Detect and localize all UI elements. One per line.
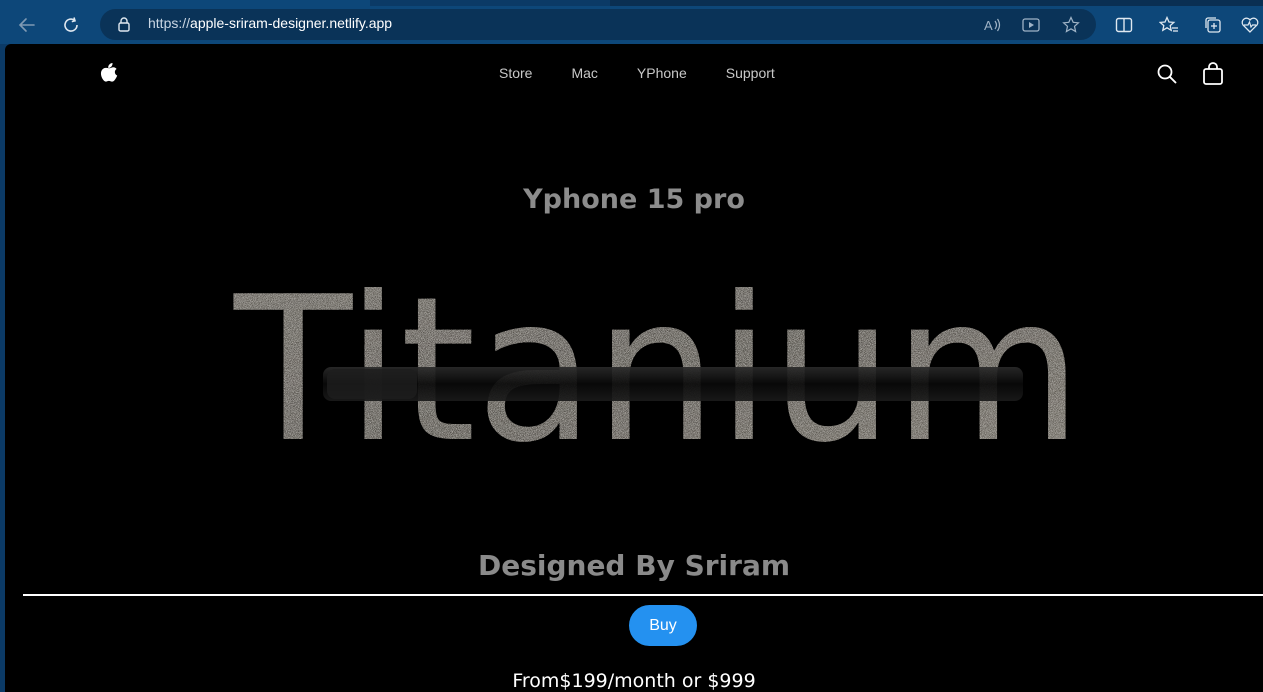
- url-text[interactable]: https://apple-sriram-designer.netlify.ap…: [148, 15, 392, 31]
- nav-link-mac[interactable]: Mac: [571, 65, 597, 81]
- back-arrow-icon[interactable]: [14, 12, 40, 38]
- media-icon[interactable]: [1021, 15, 1041, 35]
- favorites-icon[interactable]: [1156, 12, 1182, 38]
- titanium-headline-graphic: Titanium: [233, 259, 1082, 459]
- shopping-bag-icon[interactable]: [1202, 62, 1224, 86]
- url-host: apple-sriram-designer.netlify.app: [190, 15, 393, 31]
- nav-link-yphone[interactable]: YPhone: [637, 65, 687, 81]
- collections-icon[interactable]: [1200, 12, 1226, 38]
- section-divider: [23, 594, 1263, 596]
- nav-link-store[interactable]: Store: [499, 65, 532, 81]
- svg-text:A: A: [984, 18, 993, 33]
- phone-side-silhouette: [323, 367, 1023, 401]
- nav-link-support[interactable]: Support: [726, 65, 775, 81]
- refresh-icon[interactable]: [58, 12, 84, 38]
- global-nav: Store Mac YPhone Support: [5, 44, 1263, 102]
- price-text: From$199/month or $999: [512, 670, 756, 692]
- phone-edge-highlight: [327, 369, 417, 399]
- apple-logo-icon[interactable]: [99, 62, 119, 84]
- read-aloud-icon[interactable]: A: [983, 15, 1003, 35]
- star-icon[interactable]: [1061, 15, 1081, 35]
- designed-by-heading: Designed By Sriram: [477, 549, 791, 582]
- split-screen-icon[interactable]: [1111, 12, 1137, 38]
- heart-pulse-icon[interactable]: [1240, 12, 1263, 38]
- titanium-hero: Titanium: [5, 259, 1263, 459]
- nav-links: Store Mac YPhone Support: [499, 65, 814, 81]
- address-bar[interactable]: https://apple-sriram-designer.netlify.ap…: [100, 9, 1096, 40]
- titanium-headline: Titanium: [233, 259, 1082, 459]
- product-subtitle: Yphone 15 pro: [523, 184, 745, 215]
- browser-toolbar: https://apple-sriram-designer.netlify.ap…: [0, 6, 1263, 44]
- search-icon[interactable]: [1156, 63, 1178, 85]
- lock-icon[interactable]: [116, 16, 132, 32]
- url-scheme: https://: [148, 15, 191, 31]
- buy-button[interactable]: Buy: [629, 605, 697, 646]
- web-page: Store Mac YPhone Support Yphone 15 pro T…: [5, 44, 1263, 692]
